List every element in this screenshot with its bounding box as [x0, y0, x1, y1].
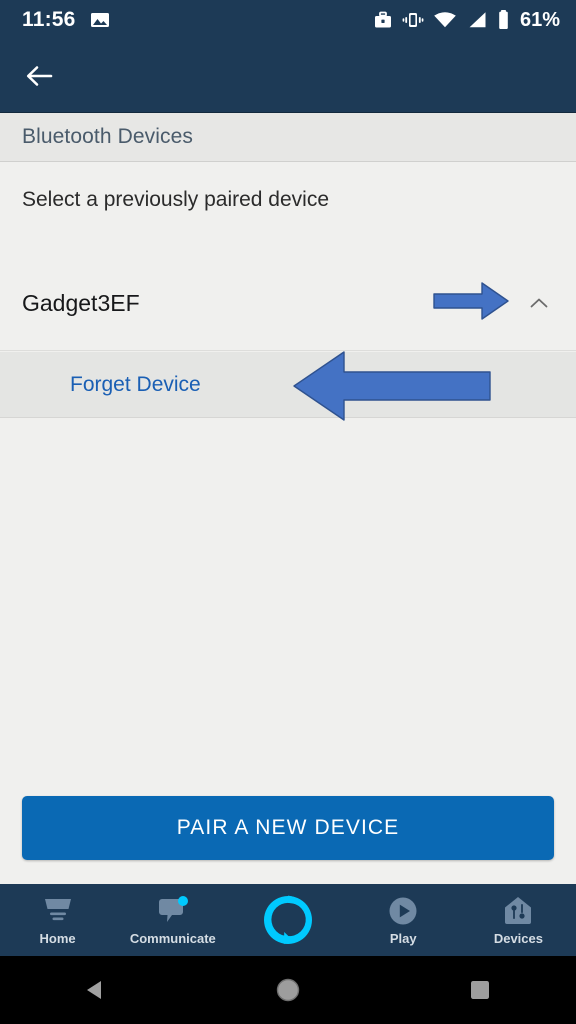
- back-arrow-icon: [26, 66, 53, 86]
- home-icon: [41, 894, 75, 928]
- status-clock: 11:56: [22, 8, 76, 31]
- devices-house-icon: [502, 894, 534, 928]
- vibrate-icon: [402, 13, 424, 27]
- chevron-up-icon[interactable]: [524, 288, 554, 318]
- section-header: Bluetooth Devices: [0, 113, 576, 162]
- work-briefcase-icon: [374, 11, 391, 28]
- android-back-button[interactable]: [51, 956, 141, 1024]
- play-circle-icon: [387, 894, 419, 928]
- android-recents-button[interactable]: [435, 956, 525, 1024]
- status-bar: 11:56 61%: [0, 0, 576, 40]
- device-name: Gadget3EF: [22, 289, 140, 316]
- communicate-badge: [177, 896, 188, 906]
- nav-item-home[interactable]: Home: [0, 884, 115, 956]
- cell-signal-icon: [469, 12, 486, 28]
- wifi-icon: [434, 12, 456, 28]
- status-left-icons: [90, 10, 110, 30]
- android-home-icon: [276, 978, 300, 1002]
- nav-label-devices: Devices: [493, 931, 543, 946]
- section-header-label: Bluetooth Devices: [22, 125, 193, 148]
- app-bar: [0, 40, 576, 113]
- nav-label-home: Home: [39, 931, 76, 946]
- forget-device-label: Forget Device: [70, 372, 201, 396]
- bottom-navigation-bar: Home Communicate Play Devices: [0, 884, 576, 956]
- alexa-ring-icon: [260, 892, 316, 948]
- battery-percent: 61%: [519, 8, 560, 31]
- android-recents-icon: [471, 981, 489, 999]
- nav-item-play[interactable]: Play: [346, 884, 461, 956]
- forget-device-row[interactable]: Forget Device: [0, 352, 576, 418]
- pair-a-new-device-button[interactable]: PAIR A NEW DEVICE: [22, 796, 554, 860]
- android-home-button[interactable]: [243, 956, 333, 1024]
- android-navigation-bar: [0, 956, 576, 1024]
- image-icon: [90, 13, 109, 27]
- battery-icon: [499, 10, 508, 29]
- status-right-icons: 61%: [373, 9, 560, 32]
- nav-item-communicate[interactable]: Communicate: [115, 884, 230, 956]
- subtitle-text: Select a previously paired device: [0, 162, 576, 237]
- phone-screen: 11:56 61% Bluetooth Devices Select a pre…: [0, 0, 576, 1024]
- nav-item-devices[interactable]: Devices: [461, 884, 576, 956]
- nav-item-alexa[interactable]: [230, 884, 345, 956]
- nav-label-communicate: Communicate: [129, 931, 216, 946]
- nav-label-play: Play: [389, 931, 417, 946]
- speech-bubble-icon: [156, 894, 190, 928]
- back-button[interactable]: [16, 53, 62, 99]
- device-row-gadget3ef[interactable]: Gadget3EF: [0, 256, 576, 351]
- android-back-icon: [87, 981, 101, 999]
